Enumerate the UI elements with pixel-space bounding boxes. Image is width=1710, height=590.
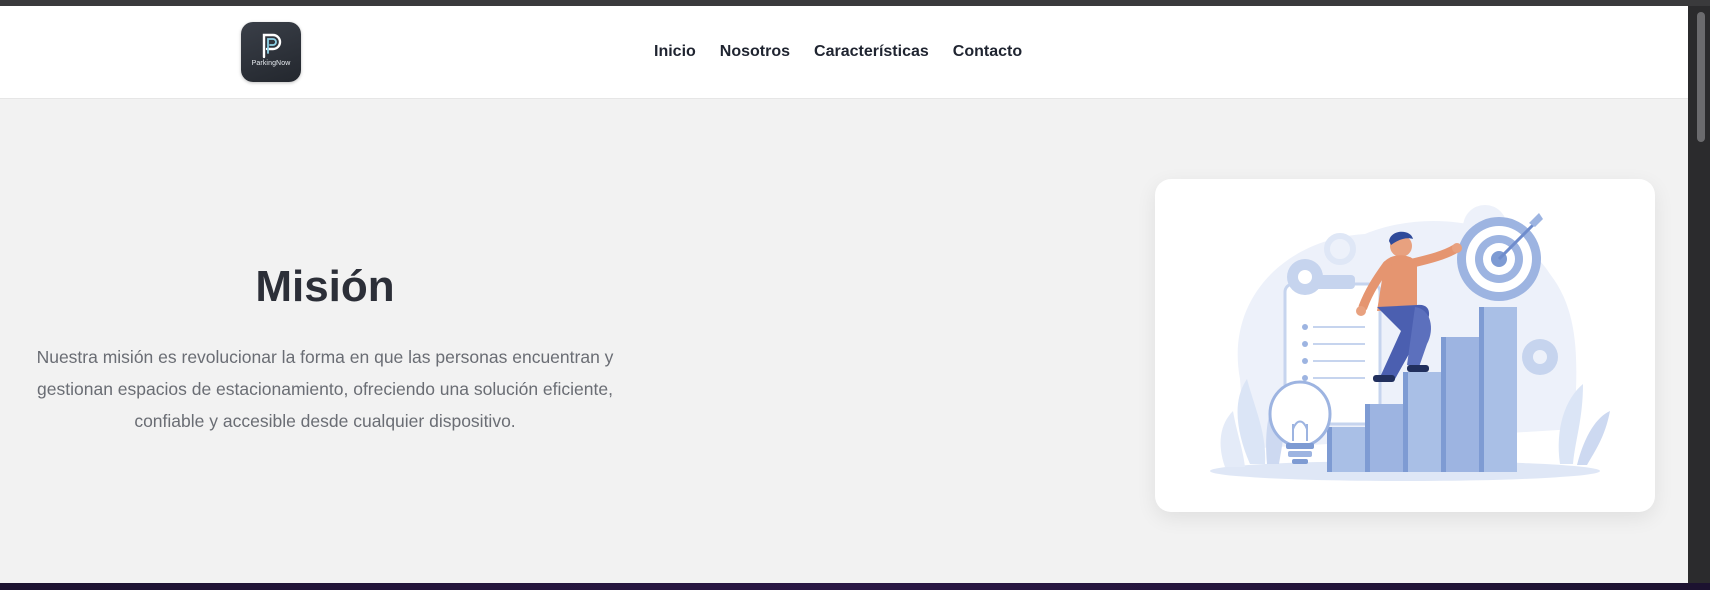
mission-description: Nuestra misión es revolucionar la forma … xyxy=(36,347,614,431)
illustration-card xyxy=(1155,179,1655,512)
main-nav: Inicio Nosotros Características Contacto xyxy=(654,6,1022,98)
brand-name: ParkingNow xyxy=(251,60,291,67)
mission-title: Misión xyxy=(255,262,395,311)
nav-link-inicio[interactable]: Inicio xyxy=(654,43,696,61)
growth-target-illustration xyxy=(1210,205,1610,481)
parking-p-logo-icon xyxy=(262,33,282,59)
navbar: ParkingNow Inicio Nosotros Característic… xyxy=(0,6,1688,99)
nav-link-caracteristicas[interactable]: Características xyxy=(814,43,929,61)
brand-logo[interactable]: ParkingNow xyxy=(241,22,301,82)
scrollbar-thumb[interactable] xyxy=(1697,12,1705,142)
nav-link-nosotros[interactable]: Nosotros xyxy=(720,43,790,61)
nav-link-contacto[interactable]: Contacto xyxy=(953,43,1022,61)
page-viewport: ParkingNow Inicio Nosotros Característic… xyxy=(0,6,1688,583)
window-bottom-edge xyxy=(0,583,1710,590)
